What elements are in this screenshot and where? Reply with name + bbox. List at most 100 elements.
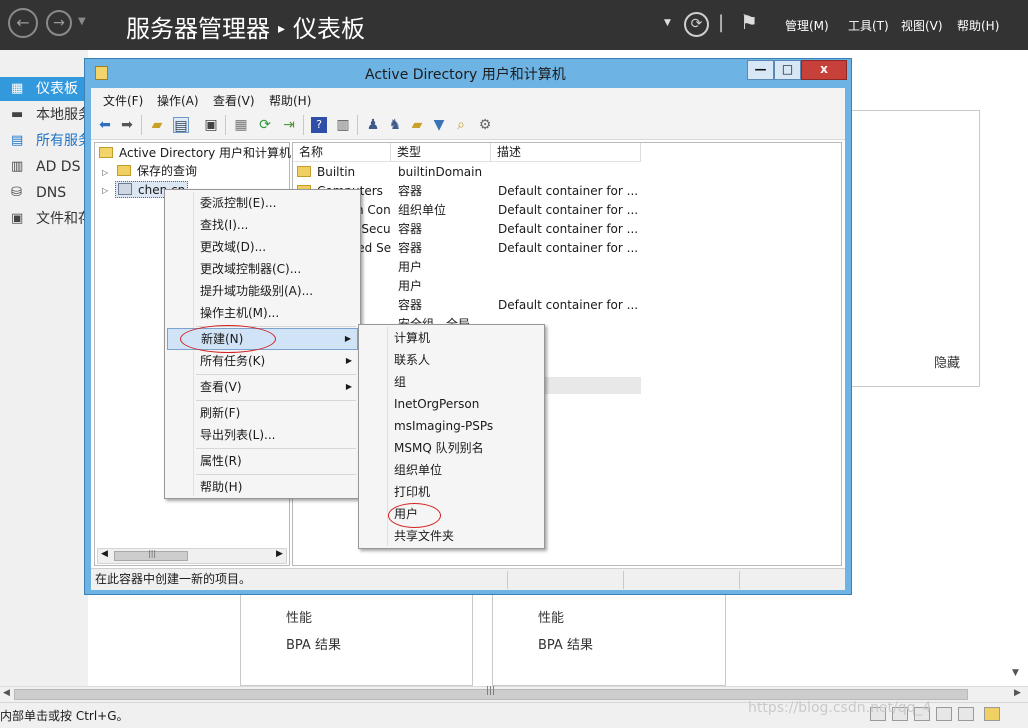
menu-tools[interactable]: 工具(T): [848, 17, 889, 34]
toolbar-separator: [303, 115, 304, 135]
submenu-item-user[interactable]: 用户: [361, 503, 542, 525]
scroll-left-icon[interactable]: ◀: [101, 549, 108, 559]
export-list-icon[interactable]: ⇥: [281, 117, 297, 133]
menu-item-change-dc[interactable]: 更改域控制器(C)...: [167, 258, 358, 280]
menu-file[interactable]: 文件(F): [103, 92, 143, 109]
menu-item-all-tasks[interactable]: 所有任务(K) ▶: [167, 350, 358, 372]
dashboard-icon: ▦: [11, 81, 24, 96]
menu-view[interactable]: 查看(V): [213, 92, 255, 109]
cell-description: Default container for ...: [498, 241, 638, 255]
properties-icon[interactable]: ▣: [203, 117, 219, 133]
menu-action[interactable]: 操作(A): [157, 92, 199, 109]
new-group-icon[interactable]: ♞: [387, 117, 403, 133]
submenu-item-contact[interactable]: 联系人: [361, 349, 542, 371]
up-folder-icon[interactable]: ▰: [149, 117, 165, 133]
menubar: 文件(F) 操作(A) 查看(V) 帮助(H): [91, 88, 845, 110]
menu-item-change-domain[interactable]: 更改域(D)...: [167, 236, 358, 258]
menu-view[interactable]: 视图(V): [901, 17, 943, 34]
menu-item-new[interactable]: 新建(N) ▶: [167, 328, 358, 350]
tree-root[interactable]: Active Directory 用户和计算机: [99, 145, 291, 162]
scroll-right-icon[interactable]: ▶: [1014, 688, 1021, 698]
tile-performance[interactable]: 性能: [286, 607, 312, 626]
submenu-item-computer[interactable]: 计算机: [361, 327, 542, 349]
column-header-name[interactable]: 名称: [293, 143, 391, 162]
refresh-icon[interactable]: ⟳: [257, 117, 273, 133]
menu-help[interactable]: 帮助(H): [269, 92, 311, 109]
scroll-down-icon[interactable]: ▼: [1012, 668, 1019, 678]
aduc-root-icon: [99, 147, 113, 158]
history-dropdown-icon[interactable]: ▼: [78, 16, 86, 27]
filter-icon[interactable]: ▼: [431, 117, 447, 133]
back-arrow-icon[interactable]: ←: [8, 8, 38, 38]
sidebar-item-local-server[interactable]: ▬ 本地服务器: [0, 103, 88, 127]
table-row[interactable]: Builtin: [297, 163, 391, 182]
scroll-left-icon[interactable]: ◀: [3, 688, 10, 698]
menu-separator: [196, 400, 356, 401]
sidebar-item-all-servers[interactable]: ▤ 所有服务器: [0, 129, 88, 153]
forward-arrow-icon[interactable]: →: [46, 10, 72, 36]
dropdown-icon[interactable]: ▼: [664, 18, 671, 28]
tray-icon[interactable]: [958, 707, 974, 721]
menu-item-refresh[interactable]: 刷新(F): [167, 402, 358, 424]
server-tile: 性能 BPA 结果: [492, 594, 726, 686]
tile-bpa-results[interactable]: BPA 结果: [538, 634, 593, 653]
submenu-item-msmq-alias[interactable]: MSMQ 队列别名: [361, 437, 542, 459]
all-servers-icon: ▤: [11, 133, 24, 148]
tree-horizontal-scrollbar[interactable]: ◀ ||| ▶: [97, 548, 287, 564]
find-icon[interactable]: ⌕: [453, 117, 469, 133]
console-icon[interactable]: ▥: [335, 117, 351, 133]
menu-item-export-list[interactable]: 导出列表(L)...: [167, 424, 358, 446]
show-tree-icon[interactable]: ▤: [173, 117, 189, 134]
cell-type: builtinDomain: [398, 165, 483, 179]
sidebar-item-ad-ds[interactable]: ▥ AD DS: [0, 155, 88, 179]
submenu-item-inetorgperson[interactable]: InetOrgPerson: [361, 393, 542, 415]
submenu-item-ou[interactable]: 组织单位: [361, 459, 542, 481]
cell-description: Default container for ...: [498, 184, 638, 198]
column-header-description[interactable]: 描述: [491, 143, 641, 162]
menu-item-properties[interactable]: 属性(R): [167, 450, 358, 472]
menu-item-help[interactable]: 帮助(H): [167, 476, 358, 498]
tree-saved-queries[interactable]: 保存的查询: [117, 163, 197, 180]
tray-icon[interactable]: [936, 707, 952, 721]
close-button[interactable]: x: [801, 60, 847, 80]
submenu-item-shared-folder[interactable]: 共享文件夹: [361, 525, 542, 547]
menu-manage[interactable]: 管理(M): [785, 17, 829, 34]
watermark: https://blog.csdn.net/qq_4: [748, 700, 932, 716]
sidebar-item-file-storage[interactable]: ▣ 文件和存储服务: [0, 207, 88, 231]
submenu-item-msimaging-psps[interactable]: msImaging-PSPs: [361, 415, 542, 437]
cell-name: Builtin: [317, 165, 356, 179]
refresh-icon[interactable]: ⟳: [684, 12, 709, 37]
help-icon[interactable]: ?: [311, 117, 327, 133]
notifications-flag-icon[interactable]: ⚑: [740, 10, 758, 34]
menu-item-label: 查看(V): [200, 380, 242, 394]
file-storage-icon: ▣: [11, 211, 24, 226]
menu-item-operations-masters[interactable]: 操作主机(M)...: [167, 302, 358, 324]
menu-item-raise-level[interactable]: 提升域功能级别(A)...: [167, 280, 358, 302]
back-icon[interactable]: ⬅: [97, 117, 113, 133]
menu-item-view[interactable]: 查看(V) ▶: [167, 376, 358, 398]
folder-icon[interactable]: [984, 707, 1000, 721]
new-ou-icon[interactable]: ▰: [409, 117, 425, 133]
forward-icon[interactable]: ➡: [119, 117, 135, 133]
scroll-right-icon[interactable]: ▶: [276, 549, 283, 559]
sidebar-item-dashboard[interactable]: ▦ 仪表板: [0, 77, 88, 101]
menu-item-delegate-control[interactable]: 委派控制(E)...: [167, 192, 358, 214]
submenu-item-printer[interactable]: 打印机: [361, 481, 542, 503]
new-user-icon[interactable]: ♟: [365, 117, 381, 133]
minimize-button[interactable]: —: [747, 60, 774, 80]
tile-bpa-results[interactable]: BPA 结果: [286, 634, 341, 653]
menu-help[interactable]: 帮助(H): [957, 17, 999, 34]
column-header-type[interactable]: 类型: [391, 143, 491, 162]
aduc-app-icon[interactable]: [95, 66, 108, 80]
submenu-item-group[interactable]: 组: [361, 371, 542, 393]
delegate-icon[interactable]: ⚙: [477, 117, 493, 133]
hide-link[interactable]: 隐藏: [934, 352, 960, 371]
sidebar-item-dns[interactable]: ⛁ DNS: [0, 181, 88, 205]
menu-item-find[interactable]: 查找(I)...: [167, 214, 358, 236]
expand-icon[interactable]: ▷: [102, 168, 108, 177]
tile-performance[interactable]: 性能: [538, 607, 564, 626]
window-titlebar[interactable]: Active Directory 用户和计算机 — □ x: [85, 59, 851, 87]
export-icon[interactable]: ▦: [233, 117, 249, 133]
maximize-button[interactable]: □: [774, 60, 801, 80]
expand-icon[interactable]: ▷: [102, 186, 108, 195]
